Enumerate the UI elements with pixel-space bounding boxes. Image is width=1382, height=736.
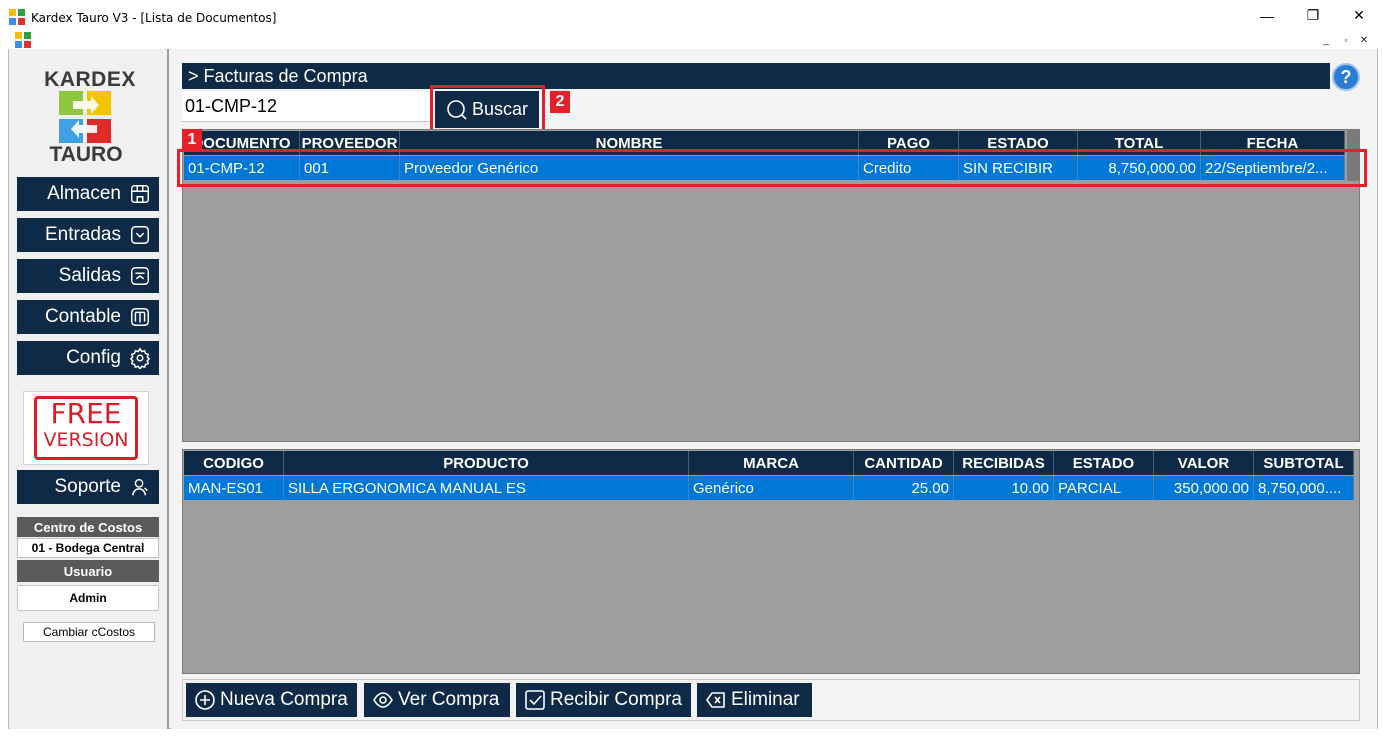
nav-almacen-button[interactable]: Almacen [17,177,159,211]
buscar-label: Buscar [471,99,529,119]
items-grid-header-3[interactable]: CANTIDAD [854,451,954,475]
window-minimize-button[interactable]: — [1244,0,1290,31]
delete-tag-icon [706,692,725,708]
items-grid-header-5[interactable]: ESTADO [1054,451,1154,475]
window-close-button[interactable]: ✕ [1336,0,1382,31]
recibir-compra-button[interactable]: Recibir Compra [516,683,691,717]
items-grid-cell[interactable]: PARCIAL [1054,476,1154,500]
mdi-app-icon [15,32,31,48]
centro-costos-value: 01 - Bodega Central [17,538,159,558]
nav-config-button[interactable]: Config [17,341,159,375]
logo-mark-icon [59,91,111,143]
free-text: FREE [50,397,122,430]
free-version-card: FREE VERSION [23,391,149,465]
items-grid-header-4[interactable]: RECIBIDAS [954,451,1054,475]
buscar-button[interactable]: Buscar [435,91,539,128]
soporte-button[interactable]: Soporte [17,470,159,504]
usuario-value: Admin [17,585,159,611]
usuario-label: Usuario [17,560,159,582]
nav-entradas-button[interactable]: Entradas [17,218,159,252]
mdi-bar: _ ▫ ✕ [0,31,1382,49]
nueva-compra-label: Nueva Compra [220,689,348,710]
window-titlebar: Kardex Tauro V3 - [Lista de Documentos] … [0,0,1382,31]
section-title: > Facturas de Compra [182,63,1330,89]
recibir-compra-label: Recibir Compra [550,689,682,710]
documents-grid-header-4[interactable]: ESTADO [959,131,1078,155]
store-icon [131,185,149,203]
free-version-stamp: FREE VERSION [34,396,138,460]
nav-almacen-label: Almacen [47,183,121,204]
version-text: VERSION [43,429,129,451]
items-grid-header-7[interactable]: SUBTOTAL [1254,451,1354,475]
documents-grid-cell[interactable]: SIN RECIBIR [959,156,1078,180]
book-icon [131,308,149,326]
items-grid-cell[interactable]: Genérico [689,476,854,500]
soporte-label: Soporte [54,476,121,497]
ver-compra-label: Ver Compra [398,689,500,710]
items-grid-cell[interactable]: 8,750,000.... [1254,476,1354,500]
items-grid-header-1[interactable]: PRODUCTO [284,451,689,475]
window-maximize-button[interactable]: ❐ [1290,0,1336,31]
plus-circle-icon [195,690,215,710]
documents-grid-cell[interactable]: 8,750,000.00 [1078,156,1201,180]
search-input[interactable] [182,92,430,122]
inbox-up-icon [131,267,149,285]
documents-grid-cell[interactable]: 22/Septiembre/2... [1201,156,1345,180]
items-grid-cell[interactable]: 350,000.00 [1154,476,1254,500]
mdi-close-button[interactable]: ✕ [1356,33,1372,47]
help-icon[interactable]: ? [1332,63,1360,91]
check-box-icon [525,690,545,710]
documents-grid-header-5[interactable]: TOTAL [1078,131,1201,155]
search-icon [447,99,467,120]
mdi-restore-button[interactable]: ▫ [1338,33,1354,47]
documents-grid-cell[interactable]: Credito [859,156,959,180]
documents-grid-cell[interactable]: Proveedor Genérico [400,156,859,180]
documents-grid-header-6[interactable]: FECHA [1201,131,1345,155]
nav-entradas-label: Entradas [44,224,121,245]
ver-compra-button[interactable]: Ver Compra [364,683,510,717]
documents-grid-header-2[interactable]: NOMBRE [400,131,859,155]
eye-icon [373,692,393,708]
nav-contable-label: Contable [44,306,121,327]
items-grid-cell[interactable]: SILLA ERGONOMICA MANUAL ES [284,476,689,500]
items-grid-header-6[interactable]: VALOR [1154,451,1254,475]
annotation-badge-2: 2 [550,91,570,113]
documents-grid-header-3[interactable]: PAGO [859,131,959,155]
documents-grid-header-1[interactable]: PROVEEDOR [300,131,400,155]
annotation-badge-1: 1 [182,129,202,151]
documents-grid-cell[interactable]: 01-CMP-12 [184,156,300,180]
documents-grid-scrollbar[interactable] [1347,130,1359,181]
logo-text-top: KARDEX [44,68,136,91]
window-title: Kardex Tauro V3 - [Lista de Documentos] [31,11,277,25]
nav-salidas-button[interactable]: Salidas [17,259,159,293]
logo-text-bottom: TAURO [49,143,123,166]
items-grid-cell[interactable]: 25.00 [854,476,954,500]
documents-grid-cell[interactable]: 001 [300,156,400,180]
centro-costos-label: Centro de Costos [17,517,159,537]
items-grid-header-0[interactable]: CODIGO [184,451,284,475]
app-logo-icon [9,9,25,25]
cambiar-ccostos-button[interactable]: Cambiar cCostos [23,622,155,642]
items-grid-header-2[interactable]: MARCA [689,451,854,475]
support-person-icon [131,478,148,496]
inbox-down-icon [131,226,149,244]
eliminar-button[interactable]: Eliminar [697,683,812,717]
nav-contable-button[interactable]: Contable [17,300,159,334]
nav-config-label: Config [66,347,121,368]
gear-icon [129,347,151,369]
items-grid-cell[interactable]: 10.00 [954,476,1054,500]
eliminar-label: Eliminar [731,689,800,710]
items-grid-cell[interactable]: MAN-ES01 [184,476,284,500]
mdi-minimize-button[interactable]: _ [1318,33,1334,47]
nueva-compra-button[interactable]: Nueva Compra [186,683,357,717]
nav-salidas-label: Salidas [58,265,121,286]
